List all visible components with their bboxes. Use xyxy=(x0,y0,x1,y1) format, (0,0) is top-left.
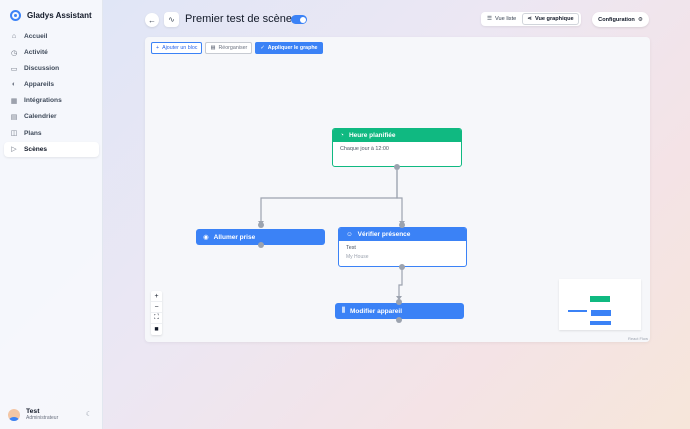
node-title: Modifier appareil xyxy=(350,307,403,315)
toggle-on-icon: ◉ xyxy=(203,234,209,241)
user-profile[interactable]: Test Administrateur ☾ xyxy=(8,408,96,421)
sliders-icon: ⫼ xyxy=(342,307,345,314)
sidebar-item-calendrier[interactable]: ▤ Calendrier xyxy=(4,109,99,124)
node-header: ☺ Vérifier présence xyxy=(339,228,466,241)
user-name: Test xyxy=(26,408,40,415)
sidebar-item-discussion[interactable]: ▭ Discussion xyxy=(4,61,99,76)
sidebar-nav: ⌂ Accueil ◷ Activité ▭ Discussion ◐ Appa… xyxy=(4,29,99,158)
back-button[interactable]: ← xyxy=(145,13,159,27)
minimap-node-modifier xyxy=(590,321,611,325)
view-graph-button[interactable]: ⋖ Vue graphique xyxy=(522,13,579,25)
list-icon: ☰ xyxy=(487,16,493,22)
node-title: Heure planifiée xyxy=(348,132,396,139)
map-icon: ◫ xyxy=(10,130,18,138)
sidebar-item-appareils[interactable]: ◐ Appareils xyxy=(4,77,99,92)
sidebar-item-label: Intégrations xyxy=(24,97,62,105)
sidebar-item-plans[interactable]: ◫ Plans xyxy=(4,126,99,141)
gladys-logo-icon xyxy=(10,10,21,21)
sidebar-item-label: Calendrier xyxy=(24,113,57,121)
handle-modifier-out[interactable] xyxy=(396,317,402,323)
handle-verifier-out[interactable] xyxy=(399,264,405,270)
sidebar-item-label: Activité xyxy=(24,49,48,57)
sidebar-item-label: Scènes xyxy=(24,145,48,153)
arrow-left-icon: ← xyxy=(148,15,156,25)
page-title: Premier test de scène xyxy=(185,13,292,25)
edge-time-allumer xyxy=(260,170,398,221)
lock-button[interactable]: ■ xyxy=(151,324,162,335)
handle-allumer-out[interactable] xyxy=(258,242,264,248)
canvas-controls: + − ⛶ ■ xyxy=(151,291,162,335)
devices-icon: ◐ xyxy=(11,81,17,89)
handle-allumer-in[interactable] xyxy=(258,222,264,228)
home-icon: ⌂ xyxy=(11,33,17,40)
edge-verifier-modifier xyxy=(398,269,403,297)
node-user: Test xyxy=(346,245,356,251)
node-detail: Chaque jour à 12:00 xyxy=(340,146,389,152)
node-heure-planifiee[interactable]: ◔ Heure planifiée Chaque jour à 12:00 xyxy=(332,128,462,167)
sidebar-item-scenes[interactable]: ▷ Scènes xyxy=(4,141,99,157)
configuration-button[interactable]: Configuration ⚙ xyxy=(592,12,649,27)
node-title: Vérifier présence xyxy=(357,231,411,238)
sidebar-item-accueil[interactable]: ⌂ Accueil xyxy=(4,29,99,44)
calendar-icon: ▤ xyxy=(10,113,18,121)
handle-time-out[interactable] xyxy=(394,164,400,170)
brand[interactable]: Gladys Assistant xyxy=(10,10,92,21)
sidebar-item-label: Plans xyxy=(24,129,42,137)
integrations-icon: ▦ xyxy=(10,97,18,105)
activity-pulse-icon: ∿ xyxy=(164,12,179,27)
share-graph-icon: ⋖ xyxy=(527,16,532,22)
sidebar-item-label: Accueil xyxy=(24,33,48,40)
configuration-label: Configuration xyxy=(598,16,635,23)
handle-verifier-in[interactable] xyxy=(399,222,405,228)
view-list-button[interactable]: ☰ Vue liste xyxy=(483,14,520,24)
fit-view-button[interactable]: ⛶ xyxy=(151,313,162,324)
node-body: Chaque jour à 12:00 xyxy=(333,142,461,156)
view-switch: ☰ Vue liste ⋖ Vue graphique xyxy=(481,12,581,26)
user-check-icon: ☺ xyxy=(346,231,353,238)
gear-icon: ⚙ xyxy=(637,16,643,23)
attribution[interactable]: React Flow xyxy=(628,336,648,341)
node-title: Allumer prise xyxy=(213,233,256,241)
moon-icon[interactable]: ☾ xyxy=(86,410,92,418)
node-header: ◔ Heure planifiée xyxy=(333,129,461,142)
minimap-node-time xyxy=(590,296,610,302)
view-graph-label: Vue graphique xyxy=(534,16,574,22)
edge-time-verifier xyxy=(396,170,403,221)
scene-enabled-toggle[interactable] xyxy=(291,15,307,24)
chat-icon: ▭ xyxy=(10,65,18,73)
node-verifier-presence[interactable]: ☺ Vérifier présence Test My House xyxy=(338,227,467,267)
node-house: My House xyxy=(346,254,369,260)
minimap[interactable] xyxy=(559,279,641,330)
clock-icon: ◔ xyxy=(340,132,344,139)
minimap-node-verifier xyxy=(591,310,611,316)
node-body: Test My House xyxy=(339,241,466,264)
sidebar-item-label: Appareils xyxy=(24,81,55,89)
flow-canvas[interactable]: + Ajouter un bloc ▦ Réorganiser ✓ Appliq… xyxy=(145,37,650,342)
handle-modifier-in[interactable] xyxy=(396,299,402,305)
zoom-in-button[interactable]: + xyxy=(151,291,162,302)
user-role: Administrateur xyxy=(26,415,59,421)
sidebar: Gladys Assistant ⌂ Accueil ◷ Activité ▭ … xyxy=(0,0,103,429)
activity-icon: ◷ xyxy=(10,49,18,57)
app-name: Gladys Assistant xyxy=(27,11,92,20)
zoom-out-button[interactable]: − xyxy=(151,302,162,313)
avatar xyxy=(8,408,20,421)
sidebar-item-label: Discussion xyxy=(24,65,60,73)
minimap-node-allumer xyxy=(568,310,587,312)
view-list-label: Vue liste xyxy=(495,16,517,22)
sidebar-item-activite[interactable]: ◷ Activité xyxy=(4,45,99,60)
play-icon: ▷ xyxy=(11,146,17,154)
sidebar-item-integrations[interactable]: ▦ Intégrations xyxy=(4,93,99,108)
